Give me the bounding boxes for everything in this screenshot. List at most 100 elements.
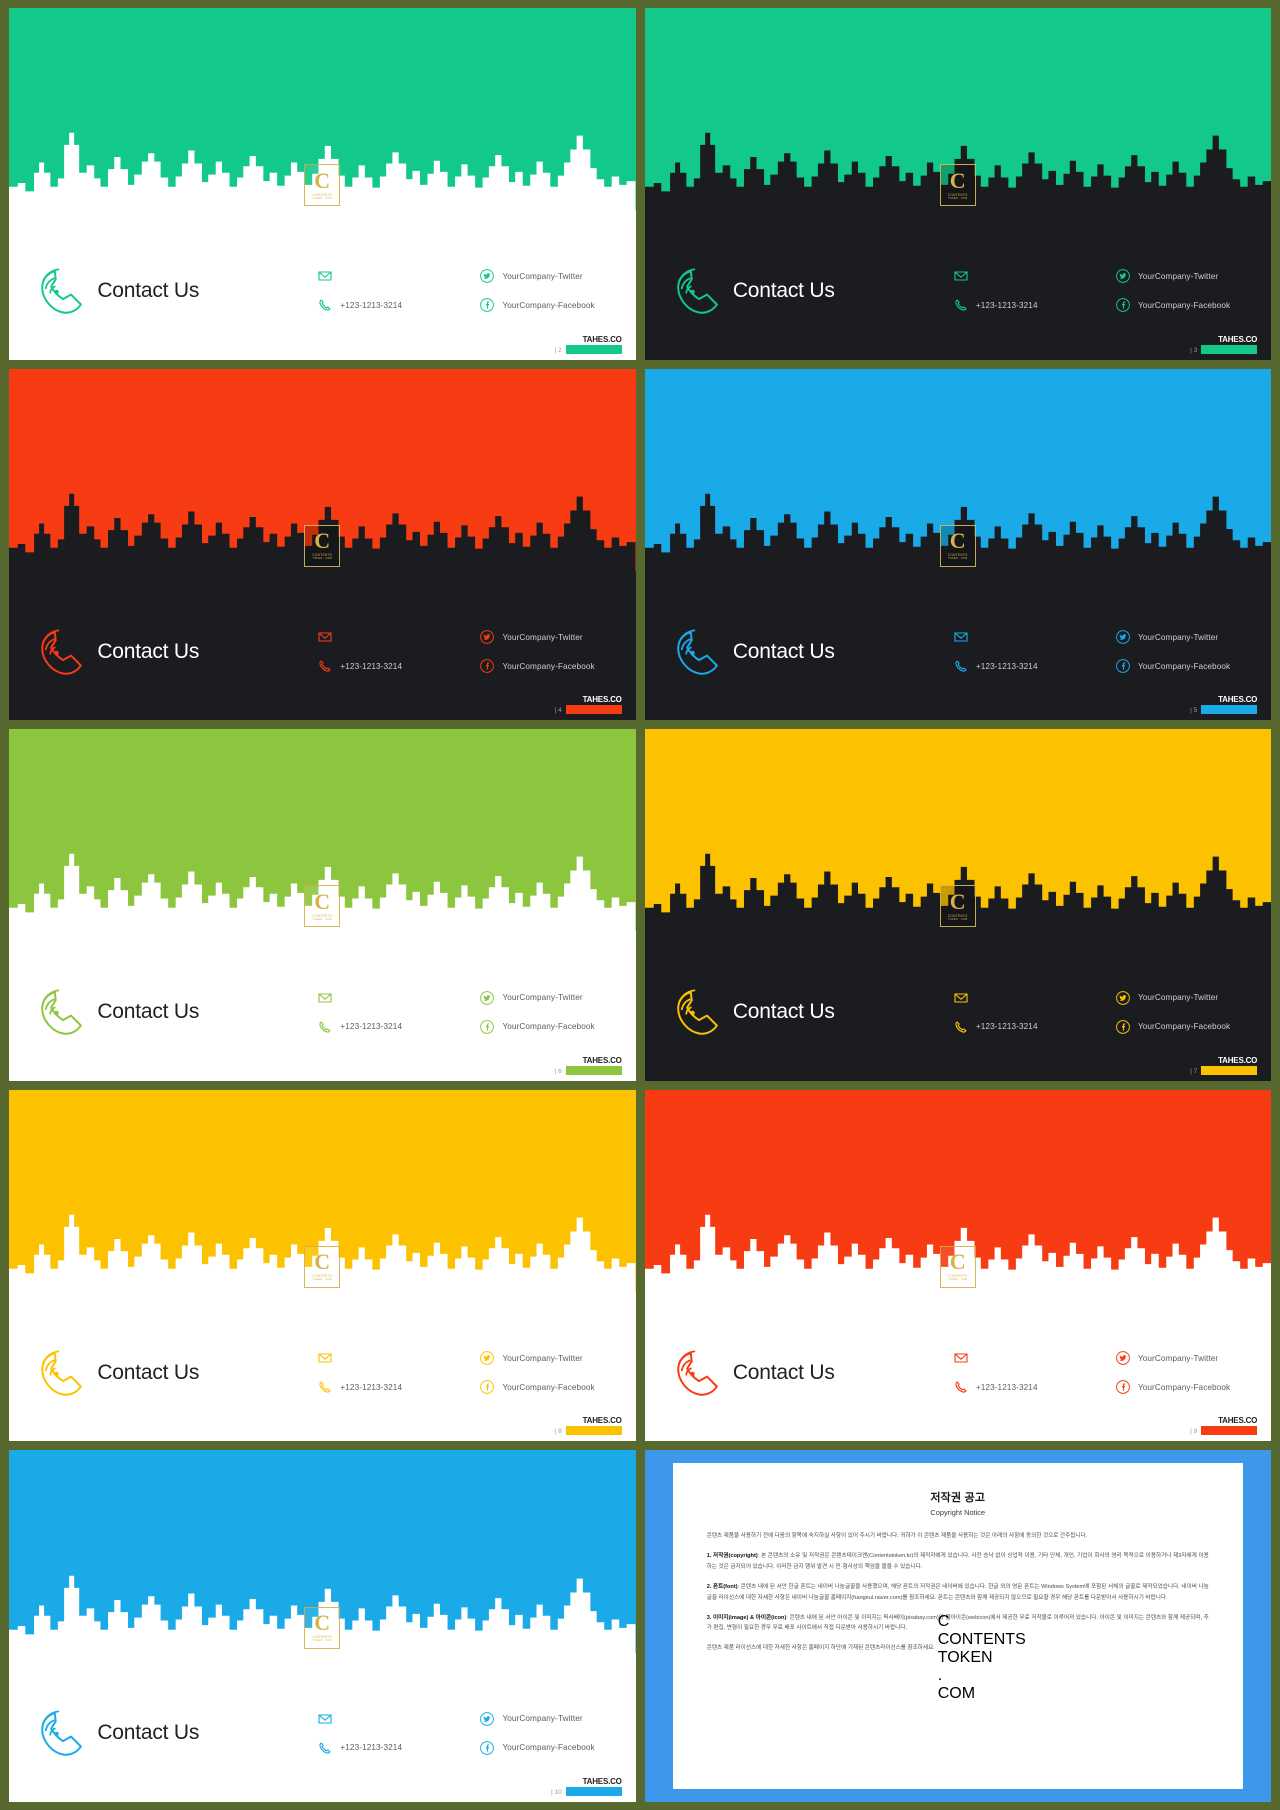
- brand-word: TAHES.CO: [1218, 1055, 1258, 1065]
- phone-line[interactable]: +123-1213-3214: [317, 1379, 479, 1395]
- envelope-icon: [317, 1711, 333, 1727]
- email-line[interactable]: [317, 268, 479, 284]
- slide-8[interactable]: C CONTENTS TOKEN . COM Contact Us +123-1213-…: [9, 1089, 636, 1442]
- facebook-line[interactable]: YourCompany-Facebook: [479, 1379, 635, 1395]
- twitter-line[interactable]: YourCompany-Twitter: [1115, 990, 1271, 1006]
- phone-icon: [953, 1379, 969, 1395]
- facebook-line[interactable]: YourCompany-Facebook: [1115, 658, 1271, 674]
- email-line[interactable]: [317, 1711, 479, 1727]
- phone-line[interactable]: +123-1213-3214: [317, 1019, 479, 1035]
- email-line[interactable]: [953, 629, 1115, 645]
- contact-title: Contact Us: [732, 639, 835, 663]
- slide-3[interactable]: C CONTENTS TOKEN . COM Contact Us +123-1213-…: [644, 8, 1272, 360]
- email-line[interactable]: [953, 990, 1115, 1006]
- slide-number: | 2: [554, 346, 562, 354]
- slide-9[interactable]: C CONTENTS TOKEN . COM Contact Us +123-1213-…: [644, 1089, 1271, 1442]
- twitter-text: YourCompany-Twitter: [1137, 271, 1219, 281]
- phone-line[interactable]: +123-1213-3214: [953, 297, 1115, 313]
- facebook-line[interactable]: YourCompany-Facebook: [479, 658, 635, 674]
- phone-line[interactable]: +123-1213-3214: [317, 297, 479, 313]
- contents-token-logo: C CONTENTS TOKEN . COM: [938, 523, 978, 569]
- twitter-icon: [479, 990, 495, 1006]
- brand-word: TAHES.CO: [1218, 334, 1258, 344]
- logo-letter: C: [314, 1610, 331, 1636]
- phone-handset-icon: [35, 1346, 89, 1400]
- email-line[interactable]: [317, 990, 479, 1006]
- phone-handset-icon: [35, 985, 89, 1039]
- slide-10[interactable]: C CONTENTS TOKEN . COM Contact Us +123-1213-…: [9, 1450, 636, 1802]
- phone-line[interactable]: +123-1213-3214: [317, 1740, 479, 1756]
- contact-brand: Contact Us: [35, 264, 317, 318]
- slide-number: | 10: [550, 1789, 562, 1797]
- twitter-line[interactable]: YourCompany-Twitter: [479, 629, 635, 645]
- twitter-line[interactable]: YourCompany-Twitter: [479, 1350, 635, 1366]
- contents-token-logo: C CONTENTS TOKEN . COM: [302, 1244, 342, 1290]
- facebook-line[interactable]: YourCompany-Facebook: [1115, 297, 1271, 313]
- twitter-text: YourCompany-Twitter: [1137, 993, 1219, 1003]
- twitter-line[interactable]: YourCompany-Twitter: [1115, 268, 1271, 284]
- facebook-line[interactable]: YourCompany-Facebook: [479, 1019, 635, 1035]
- twitter-line[interactable]: YourCompany-Twitter: [479, 268, 635, 284]
- copyright-intro: 콘텐츠 제품을 사용하기 전에 다음의 항목에 숙지하실 사항이 있어 주시기 …: [706, 1533, 1088, 1540]
- logo-line-2: TOKEN . COM: [312, 917, 332, 921]
- brand-word: TAHES.CO: [582, 1777, 622, 1787]
- phone-line[interactable]: +123-1213-3214: [953, 658, 1115, 674]
- twitter-line[interactable]: YourCompany-Twitter: [479, 990, 635, 1006]
- slide-contact-band: Contact Us +123-1213-3214 YourCompany-Twit…: [9, 1291, 636, 1442]
- facebook-line[interactable]: YourCompany-Facebook: [1115, 1379, 1271, 1395]
- twitter-icon: [1115, 629, 1131, 645]
- contact-row: Contact Us +123-1213-3214 YourCompany-Twit…: [9, 1346, 636, 1400]
- contact-brand: Contact Us: [35, 1706, 317, 1760]
- twitter-line[interactable]: YourCompany-Twitter: [479, 1711, 635, 1727]
- slide-7[interactable]: C CONTENTS TOKEN . COM Contact Us +123-1213-…: [644, 729, 1271, 1081]
- contact-row: Contact Us +123-1213-3214 YourCompany-Twit…: [645, 264, 1272, 318]
- contact-social-column: YourCompany-Twitter YourCompany-Facebook: [479, 1711, 635, 1756]
- contact-social-column: YourCompany-Twitter YourCompany-Facebook: [1115, 629, 1271, 674]
- phone-text: +123-1213-3214: [340, 1022, 403, 1032]
- email-line[interactable]: [317, 629, 479, 645]
- contact-social-column: YourCompany-Twitter YourCompany-Facebook: [479, 629, 635, 674]
- slide-4[interactable]: C CONTENTS TOKEN . COM Contact Us +123-1213-…: [9, 368, 636, 721]
- accent-bar: [565, 1787, 622, 1797]
- email-line[interactable]: [317, 1350, 479, 1366]
- contents-token-logo: C CONTENTS TOKEN . COM: [938, 1244, 978, 1290]
- contact-social-column: YourCompany-Twitter YourCompany-Facebook: [479, 1350, 635, 1395]
- brand-word: TAHES.CO: [1218, 1416, 1258, 1426]
- brand-word: TAHES.CO: [582, 1416, 622, 1426]
- slide-number: | 8: [554, 1428, 562, 1436]
- copyright-title-ko: 저작권 공고: [930, 1492, 986, 1505]
- contact-brand: Contact Us: [35, 985, 317, 1039]
- email-line[interactable]: [953, 1350, 1115, 1366]
- envelope-icon: [317, 629, 333, 645]
- facebook-line[interactable]: YourCompany-Facebook: [479, 1740, 635, 1756]
- slide-skyline-area: C CONTENTS TOKEN . COM: [9, 729, 636, 932]
- contents-token-logo: C CONTENTS TOKEN . COM: [302, 523, 342, 569]
- twitter-line[interactable]: YourCompany-Twitter: [1115, 1350, 1271, 1366]
- copyright-title-en: Copyright Notice: [930, 1508, 986, 1518]
- brand-word: TAHES.CO: [582, 695, 622, 705]
- facebook-line[interactable]: YourCompany-Facebook: [1115, 1019, 1271, 1035]
- accent-bar: [565, 1065, 622, 1075]
- twitter-icon: [1115, 1350, 1131, 1366]
- logo-letter: C: [314, 888, 331, 914]
- slide-number: | 5: [1190, 707, 1198, 715]
- facebook-text: YourCompany-Facebook: [502, 1382, 595, 1392]
- facebook-icon: [479, 1740, 495, 1756]
- email-line[interactable]: [953, 268, 1115, 284]
- slide-2[interactable]: C CONTENTS TOKEN . COM Contact Us +123-1213-…: [9, 8, 636, 360]
- facebook-text: YourCompany-Facebook: [1137, 1022, 1231, 1032]
- twitter-line[interactable]: YourCompany-Twitter: [1115, 629, 1271, 645]
- slide-5[interactable]: C CONTENTS TOKEN . COM Contact Us +123-1213-…: [644, 368, 1271, 721]
- facebook-text: YourCompany-Facebook: [1137, 661, 1231, 671]
- phone-line[interactable]: +123-1213-3214: [953, 1379, 1115, 1395]
- phone-text: +123-1213-3214: [340, 1743, 403, 1753]
- phone-line[interactable]: +123-1213-3214: [953, 1019, 1115, 1035]
- facebook-line[interactable]: YourCompany-Facebook: [479, 297, 635, 313]
- slide-contact-band: Contact Us +123-1213-3214 YourCompany-Twit…: [9, 931, 636, 1081]
- phone-line[interactable]: +123-1213-3214: [317, 658, 479, 674]
- phone-handset-icon: [35, 1706, 89, 1760]
- copyright-slide[interactable]: 저작권 공고 Copyright Notice 콘텐츠 제품을 사용하기 전에 다음…: [644, 1450, 1271, 1802]
- logo-line-2: TOKEN . COM: [948, 557, 968, 561]
- slide-6[interactable]: C CONTENTS TOKEN . COM Contact Us +123-1213-…: [9, 729, 636, 1081]
- phone-handset-icon: [35, 264, 89, 318]
